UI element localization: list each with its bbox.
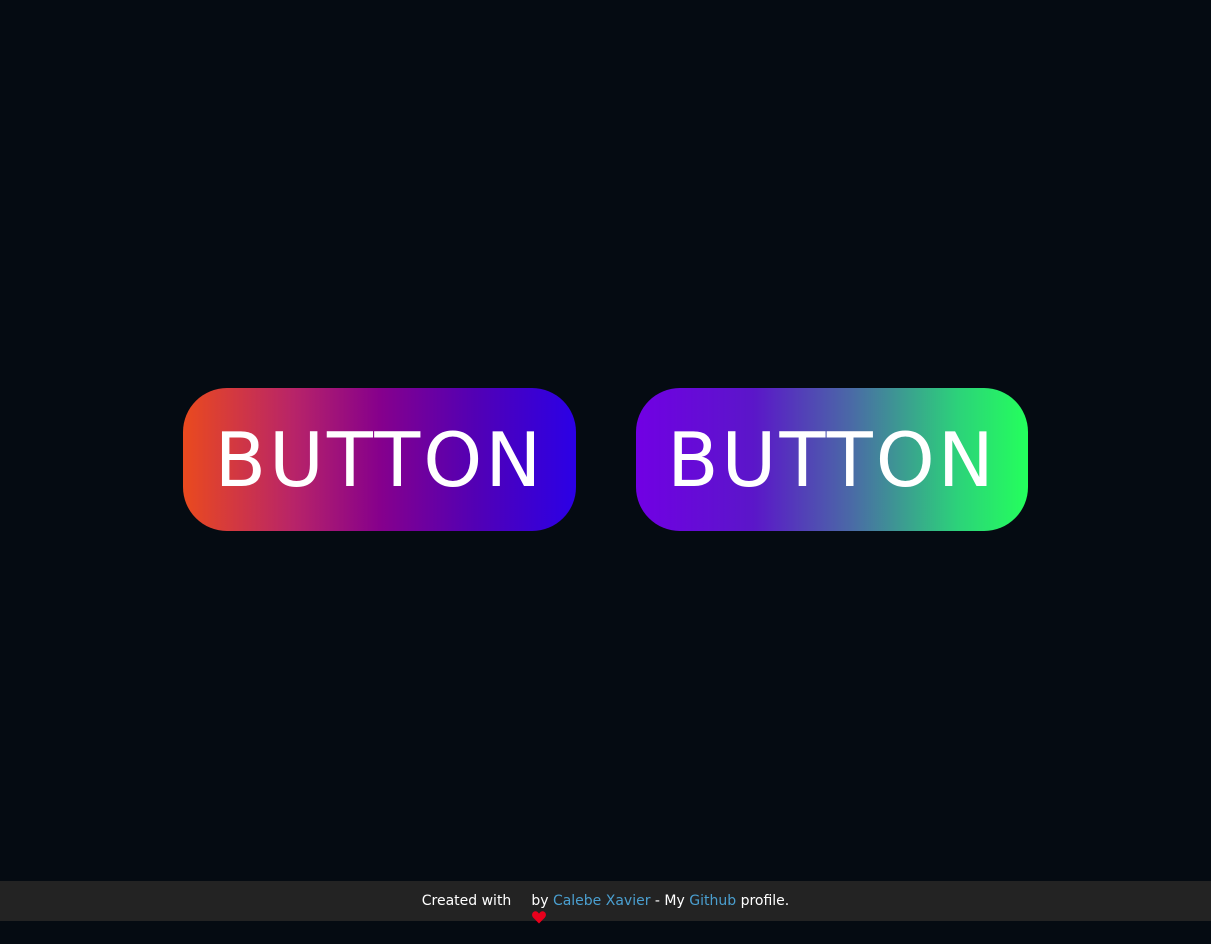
footer: Created with by Calebe Xavier - My Githu… <box>0 881 1211 923</box>
footer-prefix: Created with <box>421 893 512 909</box>
footer-by: by <box>531 893 549 909</box>
gradient-button-cool[interactable]: BUTTON <box>636 388 1028 531</box>
button-label: BUTTON <box>667 416 997 504</box>
heart-icon <box>514 895 547 923</box>
author-link[interactable]: Calebe Xavier <box>553 893 651 909</box>
footer-suffix: profile. <box>740 893 790 909</box>
gradient-button-warm[interactable]: BUTTON <box>183 388 576 531</box>
footer-middle: - My <box>654 893 685 909</box>
github-link[interactable]: Github <box>689 893 736 909</box>
main-stage: BUTTON BUTTON <box>0 0 1211 881</box>
button-label: BUTTON <box>214 416 545 504</box>
